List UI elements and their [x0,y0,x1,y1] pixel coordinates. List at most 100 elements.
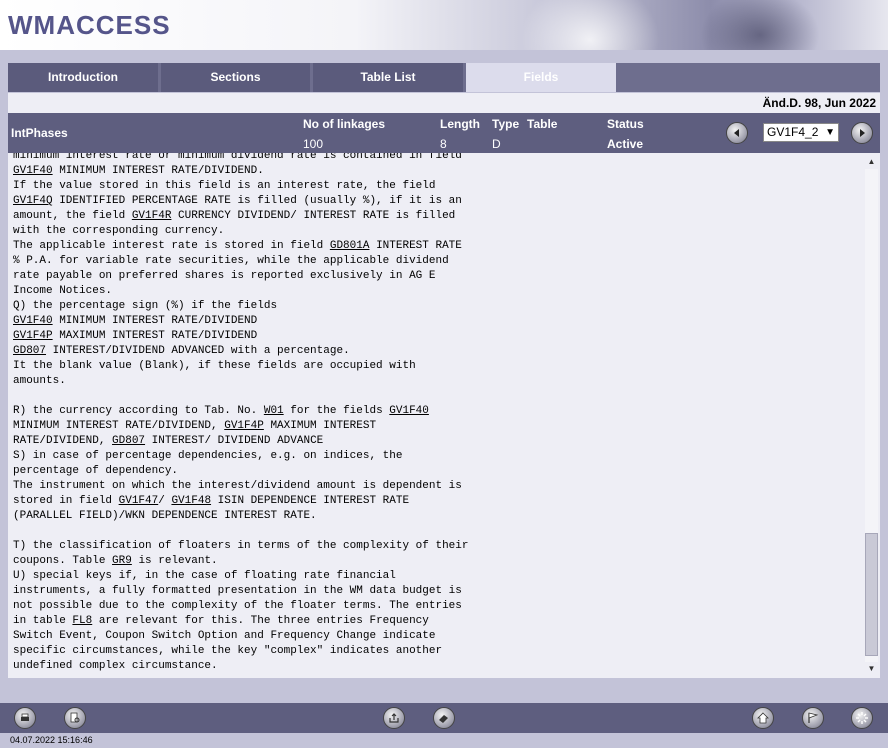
text-line: undefined complex circumstance. [13,660,218,672]
field-reference-link[interactable]: GV1F40 [389,405,429,417]
text-line: T) the classification of floaters in ter… [13,540,469,552]
field-reference-link[interactable]: GD807 [112,435,145,447]
linkages-label: No of linkages [303,117,386,131]
text-line: It the blank value (Blank), if these fie… [13,360,416,372]
text-line: instruments, a fully formatted presentat… [13,585,462,597]
scroll-up-icon[interactable]: ▲ [863,155,880,169]
text-line: GD807 INTEREST/DIVIDEND ADVANCED with a … [13,345,350,357]
settings-icon [856,712,868,724]
date-info: Änd.D. 98, Jun 2022 [8,93,880,113]
text-line: not possible due to the complexity of th… [13,600,462,612]
eraser-button[interactable] [433,707,455,729]
text-line: % P.A. for variable rate securities, whi… [13,255,449,267]
footer-toolbar [0,703,888,733]
text-line: GV1F40 MINIMUM INTEREST RATE/DIVIDEND [13,315,258,327]
text-line: GV1F4Q IDENTIFIED PERCENTAGE RATE is fil… [13,195,462,207]
field-description-panel: minimum interest rate or minimum dividen… [8,153,880,678]
field-reference-link[interactable]: GD801A [330,240,370,252]
scroll-thumb[interactable] [865,533,878,656]
home-icon [757,712,769,724]
home-button[interactable] [752,707,774,729]
eraser-icon [439,715,448,723]
text-line: MINIMUM INTEREST RATE/DIVIDEND, GV1F4P M… [13,420,377,432]
previous-field-button[interactable] [726,122,748,144]
settings-button[interactable] [851,707,873,729]
tab-table-list[interactable]: Table List [313,63,463,92]
field-reference-link[interactable]: GV1F40 [13,315,53,327]
text-line [13,524,853,539]
field-reference-link[interactable]: FL8 [72,615,92,627]
field-description-text: minimum interest rate or minimum dividen… [13,153,853,674]
field-reference-link[interactable]: GD807 [13,345,46,357]
text-line: amounts. [13,375,66,387]
flag-button[interactable] [802,707,824,729]
text-line: Income Notices. [13,285,113,297]
export-button[interactable] [383,707,405,729]
text-line: GV1F40 MINIMUM INTEREST RATE/DIVIDEND. [13,165,264,177]
text-line: RATE/DIVIDEND, GD807 INTEREST/ DIVIDEND … [13,435,324,447]
type-label: Type [492,117,520,131]
linkages-value: 100 [303,137,324,151]
arrow-right-icon [860,129,865,137]
app-header: WMACCESS [0,0,888,50]
table-label: Table [527,117,558,131]
field-reference-link[interactable]: GV1F47 [119,495,159,507]
length-label: Length [440,117,480,131]
section-name: IntPhases [11,126,68,140]
app-logo: WMACCESS [8,10,171,40]
timestamp: 04.07.2022 15:16:46 [10,735,93,745]
text-line: If the value stored in this field is an … [13,180,436,192]
text-line: percentage of dependency. [13,465,179,477]
tab-introduction[interactable]: Introduction [8,63,158,92]
text-line: amount, the field GV1F4R CURRENCY DIVIDE… [13,210,456,222]
flag-icon [808,712,819,723]
field-reference-link[interactable]: GR9 [112,555,132,567]
status-label: Status [607,117,644,131]
header-decoration [520,0,660,50]
tab-fields[interactable]: Fields [466,63,616,92]
field-reference-link[interactable]: W01 [264,405,284,417]
field-select[interactable]: GV1F4_2 ▼ [763,123,839,142]
arrow-left-icon [734,129,739,137]
print-icon [21,713,29,721]
field-reference-link[interactable]: GV1F4Q [13,195,53,207]
chevron-down-icon: ▼ [825,127,835,138]
next-field-button[interactable] [851,122,873,144]
field-reference-link[interactable]: GV1F48 [171,495,211,507]
export-icon [389,713,399,723]
field-reference-link[interactable]: GV1F4R [132,210,172,222]
text-line: The instrument on which the interest/div… [13,480,462,492]
text-line: specific circumstances, while the key "c… [13,645,443,657]
vertical-scrollbar[interactable]: ▲ ▼ [863,153,880,678]
text-line: minimum interest rate or minimum dividen… [13,153,462,162]
text-line: (PARALLEL FIELD)/WKN DEPENDENCE INTEREST… [13,510,317,522]
text-line: R) the currency according to Tab. No. W0… [13,405,429,417]
text-line [13,389,853,404]
header-decoration-dark [700,0,820,50]
status-value: Active [607,137,644,151]
length-value: 8 [440,137,447,151]
field-reference-link[interactable]: GV1F40 [13,165,53,177]
field-reference-link[interactable]: GV1F4P [13,330,53,342]
scroll-track[interactable] [865,169,878,662]
scroll-down-icon[interactable]: ▼ [863,662,880,676]
text-line: GV1F4P MAXIMUM INTEREST RATE/DIVIDEND [13,330,258,342]
field-select-value: GV1F4_2 [767,125,819,139]
text-line: in table FL8 are relevant for this. The … [13,615,429,627]
text-line: S) in case of percentage dependencies, e… [13,450,403,462]
search-document-button[interactable] [64,707,86,729]
tab-bar: Introduction Sections Table List Fields [8,63,880,92]
text-line: U) special keys if, in the case of float… [13,570,396,582]
print-button[interactable] [14,707,36,729]
field-reference-link[interactable]: GV1F4P [224,420,264,432]
text-line: with the corresponding currency. [13,225,225,237]
field-info-bar: IntPhases No of linkages 100 Length 8 Ty… [8,113,880,153]
tab-sections[interactable]: Sections [161,63,310,92]
text-line: rate payable on preferred shares is repo… [13,270,436,282]
text-line: stored in field GV1F47/ GV1F48 ISIN DEPE… [13,495,410,507]
text-line: coupons. Table GR9 is relevant. [13,555,218,567]
text-line: Q) the percentage sign (%) if the fields [13,300,278,312]
search-document-icon [70,712,80,723]
text-line: Switch Event, Coupon Switch Option and F… [13,630,436,642]
text-line: The applicable interest rate is stored i… [13,240,462,252]
